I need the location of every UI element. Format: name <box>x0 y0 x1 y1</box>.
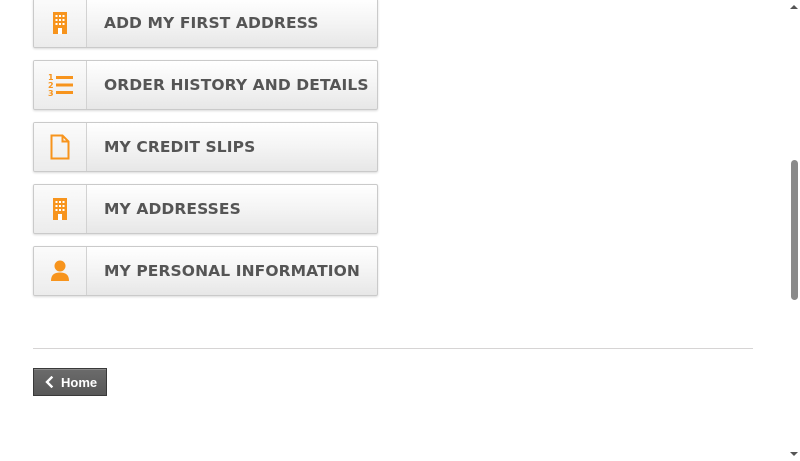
footer-divider <box>33 348 753 349</box>
menu-item-label: ORDER HISTORY AND DETAILS <box>104 76 369 94</box>
page: ADD MY FIRST ADDRESS 1 2 3 ORDER HISTORY… <box>0 0 800 461</box>
home-label: Home <box>61 374 98 390</box>
menu-item-label: MY ADDRESSES <box>104 200 241 218</box>
icon-box <box>34 247 87 295</box>
my-addresses-button[interactable]: MY ADDRESSES <box>33 184 378 234</box>
scroll-down-arrow-icon[interactable] <box>788 447 800 461</box>
chevron-left-icon <box>42 375 56 389</box>
menu-item-label: MY CREDIT SLIPS <box>104 138 256 156</box>
icon-box <box>34 185 87 233</box>
svg-text:3: 3 <box>48 89 54 97</box>
ordered-list-icon: 1 2 3 <box>47 73 73 97</box>
menu-item-label: ADD MY FIRST ADDRESS <box>104 14 319 32</box>
vertical-scrollbar[interactable] <box>788 0 800 461</box>
credit-slips-button[interactable]: MY CREDIT SLIPS <box>33 122 378 172</box>
order-history-button[interactable]: 1 2 3 ORDER HISTORY AND DETAILS <box>33 60 378 110</box>
home-button[interactable]: Home <box>33 368 107 396</box>
add-first-address-button[interactable]: ADD MY FIRST ADDRESS <box>33 0 378 48</box>
user-icon <box>50 260 70 282</box>
icon-box: 1 2 3 <box>34 61 87 109</box>
file-icon <box>50 134 70 160</box>
building-icon <box>52 198 68 220</box>
scroll-up-arrow-icon[interactable] <box>788 0 800 14</box>
account-menu: ADD MY FIRST ADDRESS 1 2 3 ORDER HISTORY… <box>33 0 378 308</box>
menu-item-label: MY PERSONAL INFORMATION <box>104 262 360 280</box>
scrollbar-thumb[interactable] <box>791 160 798 300</box>
icon-box <box>34 0 87 47</box>
personal-information-button[interactable]: MY PERSONAL INFORMATION <box>33 246 378 296</box>
building-icon <box>52 12 68 34</box>
icon-box <box>34 123 87 171</box>
